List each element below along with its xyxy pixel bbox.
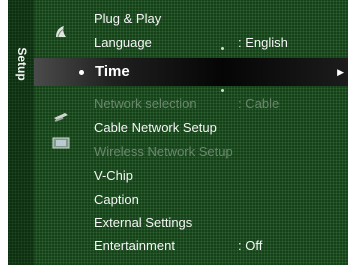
menu-item-label: Cable Network Setup <box>94 120 217 135</box>
menu-item-plug-and-play[interactable]: Plug & Play <box>94 9 348 29</box>
menu-item-label: External Settings <box>94 215 193 230</box>
menu-item-label: Network selection <box>94 96 197 111</box>
menu-item-value: : English <box>238 35 288 50</box>
menu-item-time[interactable]: Time ▶ <box>34 58 348 86</box>
menu-item-value: : Cable <box>238 96 280 111</box>
menu-item-label: Entertainment <box>94 238 175 253</box>
menu-item-language[interactable]: Language : English <box>94 33 348 53</box>
input-icon[interactable] <box>51 109 71 125</box>
tv-setup-menu: Setup Time ▶ Plug & Play Language: Engl… <box>8 0 348 265</box>
menu-item-value: : Off <box>238 238 263 253</box>
menu-item-entertainment[interactable]: Entertainment : Off <box>94 236 348 256</box>
menu-item-cable-network-setup[interactable]: Cable Network Setup <box>94 118 348 138</box>
selected-bullet <box>79 70 84 75</box>
menu-item-label: Time <box>95 63 130 80</box>
menu-item-label: V-Chip <box>94 168 134 183</box>
menu-item-label: Wireless Network Setup <box>94 144 233 159</box>
picture-icon[interactable] <box>52 24 72 40</box>
scroll-down-dot <box>221 89 224 92</box>
setup-tab-label: Setup <box>15 47 29 81</box>
menu-item-external-settings[interactable]: External Settings <box>94 213 348 233</box>
menu-item-label: Plug & Play <box>94 11 162 26</box>
menu-item-label: Language <box>94 35 152 50</box>
menu-item-wireless-network-setup: Wireless Network Setup <box>94 142 348 162</box>
menu-item-caption[interactable]: Caption <box>94 190 348 210</box>
menu-item-label: Caption <box>94 192 139 207</box>
chevron-right-icon: ▶ <box>337 67 344 77</box>
menu-item-network-selection: Network selection : Cable <box>94 94 348 114</box>
setup-tab[interactable]: Setup <box>8 0 34 265</box>
support-icon[interactable] <box>51 135 71 151</box>
menu-item-v-chip[interactable]: V-Chip <box>94 166 348 186</box>
